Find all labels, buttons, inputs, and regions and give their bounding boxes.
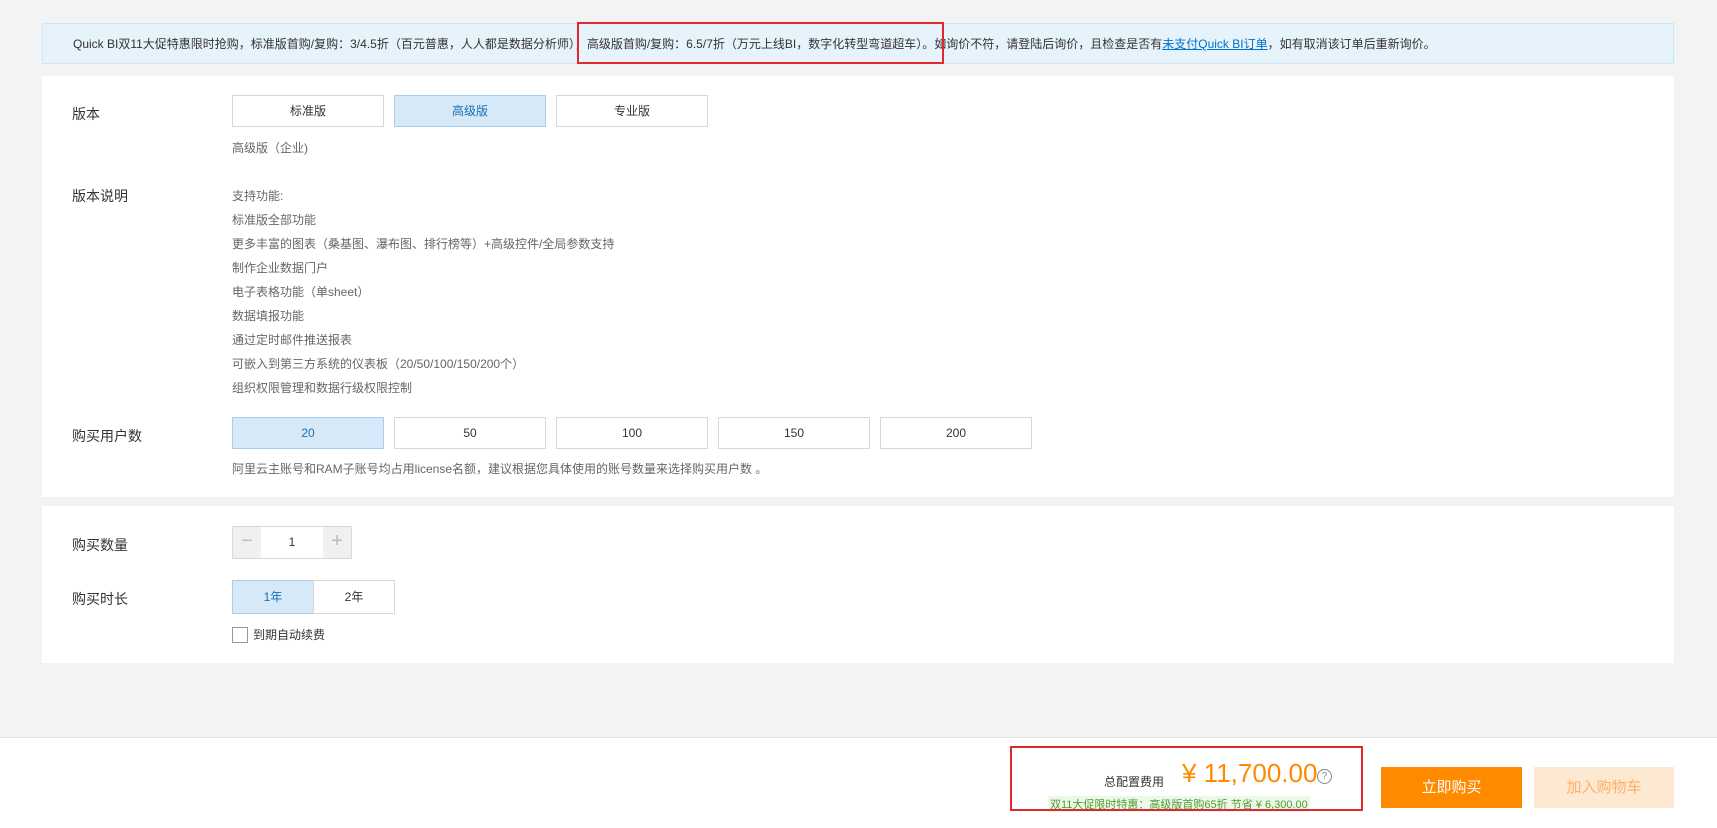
purchase-card: 购买数量 − 1 + 购买时长 1年 2年 到期自动续费 xyxy=(42,506,1674,663)
price-highlight-box xyxy=(1010,746,1363,811)
version-label: 版本 xyxy=(72,106,100,122)
duration-option-2y[interactable]: 2年 xyxy=(313,580,395,614)
add-to-cart-button[interactable]: 加入购物车 xyxy=(1534,767,1674,808)
quantity-stepper: − 1 + xyxy=(232,526,352,559)
feature-list: 支持功能: 标准版全部功能 更多丰富的图表（桑基图、瀑布图、排行榜等）+高级控件… xyxy=(232,184,614,400)
users-option-200[interactable]: 200 xyxy=(880,417,1032,449)
version-option-standard[interactable]: 标准版 xyxy=(232,95,384,127)
feature-item: 可嵌入到第三方系统的仪表板（20/50/100/150/200个） xyxy=(232,357,525,371)
buy-now-button[interactable]: 立即购买 xyxy=(1381,767,1522,808)
auto-renew-checkbox[interactable] xyxy=(232,626,248,643)
feature-item: 通过定时邮件推送报表 xyxy=(232,333,353,347)
users-option-20[interactable]: 20 xyxy=(232,417,384,449)
notice-highlight-box xyxy=(577,22,944,64)
version-option-pro[interactable]: 专业版 xyxy=(556,95,708,127)
users-hint: 阿里云主账号和RAM子账号均占用license名额，建议根据您具体使用的账号数量… xyxy=(232,462,768,476)
feature-item: 电子表格功能（单sheet） xyxy=(232,285,370,299)
notice-text: Quick BI双11大促特惠限时抢购，标准版首购/复购：3/4.5折（百元普惠… xyxy=(73,37,575,51)
checkout-footer: 总配置费用 ¥ 11,700.00 ? 双11大促限时特惠：高级版首购65折 节… xyxy=(0,737,1717,828)
quantity-input[interactable]: 1 xyxy=(261,527,323,558)
feature-item: 组织权限管理和数据行级权限控制 xyxy=(232,381,413,395)
config-card: 版本 标准版 高级版 专业版 高级版（企业) 版本说明 支持功能: 标准版全部功… xyxy=(42,76,1674,497)
auto-renew-row: 到期自动续费 xyxy=(232,626,325,643)
duration-label: 购买时长 xyxy=(72,591,128,607)
version-option-advanced[interactable]: 高级版 xyxy=(394,95,546,127)
duration-option-1y[interactable]: 1年 xyxy=(232,580,314,614)
users-option-100[interactable]: 100 xyxy=(556,417,708,449)
description-label: 版本说明 xyxy=(72,188,128,204)
increment-button[interactable]: + xyxy=(323,527,351,558)
auto-renew-label: 到期自动续费 xyxy=(253,628,326,642)
quantity-label: 购买数量 xyxy=(72,537,128,553)
feature-item: 制作企业数据门户 xyxy=(232,261,329,275)
users-option-50[interactable]: 50 xyxy=(394,417,546,449)
unpaid-orders-link[interactable]: 未支付Quick BI订单 xyxy=(1162,37,1267,51)
users-option-150[interactable]: 150 xyxy=(718,417,870,449)
feature-item: 标准版全部功能 xyxy=(232,213,317,227)
feature-item: 支持功能: xyxy=(232,189,284,203)
feature-item: 数据填报功能 xyxy=(232,309,305,323)
version-selected-desc: 高级版（企业) xyxy=(232,141,308,155)
users-label: 购买用户数 xyxy=(72,428,142,444)
notice-text-after: 如询价不符，请登陆后询价，且检查是否有 xyxy=(934,37,1163,51)
notice-text-end: ，如有取消该订单后重新询价。 xyxy=(1267,37,1436,51)
feature-item: 更多丰富的图表（桑基图、瀑布图、排行榜等）+高级控件/全局参数支持 xyxy=(232,237,615,251)
decrement-button[interactable]: − xyxy=(233,527,261,558)
